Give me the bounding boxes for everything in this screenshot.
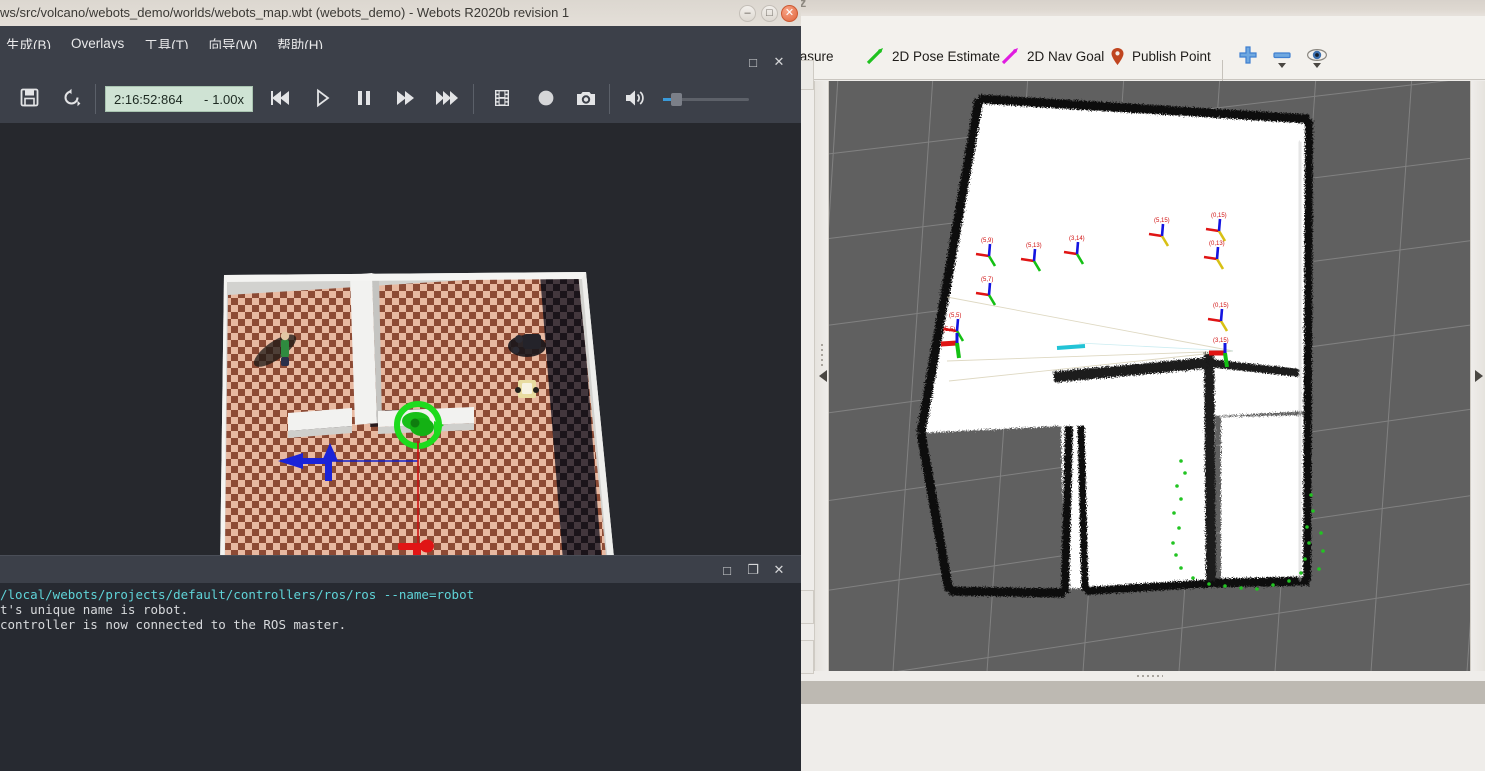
webots-window-title: ws/src/volcano/webots_demo/worlds/webots… <box>0 5 570 20</box>
collapse-left-icon[interactable] <box>819 370 827 382</box>
svg-text:(0,15): (0,15) <box>1211 213 1227 219</box>
rviz-panel-divider <box>800 681 1485 704</box>
simulation-speed-value: 1.00x <box>212 91 244 107</box>
simulation-time-value: 2:16:52:864 <box>114 91 183 107</box>
webots-titlebar[interactable]: ws/src/volcano/webots_demo/worlds/webots… <box>0 0 801 26</box>
maximize-icon: □ <box>766 7 773 19</box>
toolbar-separator <box>95 84 96 114</box>
rviz-3d-view[interactable]: (5,9) (5,7) (5,5) (5,13) (3,14) (5,15) (… <box>829 81 1470 671</box>
rviz-hidden-panel-fragment <box>801 60 814 90</box>
console-close-button[interactable]: ✕ <box>768 559 790 581</box>
viewport-close-button[interactable]: ✕ <box>768 51 790 73</box>
screenshot-button[interactable] <box>573 87 599 113</box>
viewport-restore-button[interactable]: □ <box>742 51 764 73</box>
webots-window: ws/src/volcano/webots_demo/worlds/webots… <box>0 0 801 771</box>
toolbar-separator <box>473 84 474 114</box>
rviz-tool-publish-point-label: Publish Point <box>1132 48 1211 64</box>
webots-console-titlebar: □ ❐ ✕ <box>0 555 801 583</box>
camera-icon <box>575 88 597 113</box>
console-maximize-button[interactable]: ❐ <box>742 559 764 581</box>
save-button[interactable] <box>16 87 42 113</box>
reload-icon <box>62 88 81 112</box>
rviz-right-panel-splitter[interactable] <box>1470 81 1485 671</box>
rviz-left-panel-splitter[interactable] <box>814 81 829 671</box>
webots-viewport-titlebar: □ ✕ <box>0 49 801 75</box>
chevron-down-icon[interactable] <box>1313 63 1321 68</box>
collapse-right-icon[interactable] <box>1475 370 1483 382</box>
rviz-tool-2d-pose-estimate-label: 2D Pose Estimate <box>892 48 1001 64</box>
rviz-tool-publish-point[interactable]: Publish Point <box>1104 41 1217 71</box>
movie-button[interactable] <box>489 87 515 113</box>
film-icon <box>494 88 510 113</box>
svg-text:(5,9): (5,9) <box>981 238 993 244</box>
close-icon: ✕ <box>773 54 785 69</box>
pause-icon <box>355 88 373 113</box>
rviz-tool-2d-nav-goal-label: 2D Nav Goal <box>1027 48 1105 64</box>
maximize-icon: ❐ <box>747 562 759 577</box>
simulation-time-display: 2:16:52:864 - 1.00x <box>105 86 253 112</box>
rviz-hidden-panel-fragment <box>801 590 814 624</box>
close-icon: ✕ <box>773 562 785 577</box>
plus-icon <box>1238 45 1258 68</box>
svg-text:(0,13): (0,13) <box>1209 241 1225 247</box>
green-arrow-icon <box>866 47 885 66</box>
restore-icon: □ <box>749 54 757 70</box>
svg-text:(5,5): (5,5) <box>943 327 955 333</box>
close-button[interactable]: ✕ <box>781 5 798 22</box>
magenta-arrow-icon <box>1001 47 1020 66</box>
pause-button[interactable] <box>351 87 377 113</box>
webots-scene <box>0 123 801 555</box>
chevron-down-icon[interactable] <box>1278 63 1286 68</box>
webots-console[interactable]: /local/webots/projects/default/controlle… <box>0 583 801 771</box>
console-line: t's unique name is robot. <box>0 602 189 617</box>
svg-text:(5,5): (5,5) <box>949 313 961 319</box>
fast-forward-icon <box>395 88 417 113</box>
console-line: controller is now connected to the ROS m… <box>0 617 347 632</box>
close-icon: ✕ <box>784 7 795 19</box>
run-button[interactable] <box>393 87 419 113</box>
simulation-time-separator: - <box>204 91 209 107</box>
speaker-icon <box>624 88 646 113</box>
svg-text:(3,15): (3,15) <box>1213 338 1229 344</box>
svg-text:(5,13): (5,13) <box>1026 243 1042 249</box>
rviz-hidden-panel-fragment <box>801 640 814 674</box>
rviz-add-tool-button[interactable] <box>1232 41 1264 71</box>
svg-text:(0,15): (0,15) <box>1213 303 1229 309</box>
save-icon <box>20 88 39 112</box>
rviz-tf-markers: (5,9) (5,7) (5,5) (5,13) (3,14) (5,15) (… <box>940 213 1229 368</box>
maximize-button[interactable]: □ <box>761 5 778 22</box>
rviz-bottom-splitter[interactable] <box>829 671 1470 681</box>
step-button[interactable] <box>310 87 336 113</box>
svg-text:(5,7): (5,7) <box>981 277 993 283</box>
record-button[interactable] <box>533 87 559 113</box>
rviz-tool-properties-button[interactable] <box>1300 41 1334 71</box>
svg-text:(3,14): (3,14) <box>1069 236 1085 242</box>
fast-button[interactable] <box>434 87 460 113</box>
volume-slider-handle[interactable] <box>671 93 682 106</box>
minimize-icon: – <box>744 7 751 19</box>
splitter-grip <box>821 344 823 366</box>
fast-forward-triple-icon <box>435 88 459 113</box>
reload-button[interactable] <box>58 87 84 113</box>
rviz-tool-2d-nav-goal[interactable]: 2D Nav Goal <box>995 41 1110 71</box>
restore-icon: □ <box>723 562 731 578</box>
record-circle-icon <box>536 88 556 113</box>
map-pin-icon <box>1110 47 1125 66</box>
rviz-tool-2d-pose-estimate[interactable]: 2D Pose Estimate <box>860 41 1006 71</box>
svg-text:(5,15): (5,15) <box>1154 218 1170 224</box>
minimize-button[interactable]: – <box>739 5 756 22</box>
rewind-icon <box>269 88 291 113</box>
webots-3d-viewport[interactable] <box>0 123 801 555</box>
splitter-grip <box>1136 675 1163 677</box>
toolbar-separator <box>609 84 610 114</box>
console-line: /local/webots/projects/default/controlle… <box>0 587 475 602</box>
rewind-button[interactable] <box>267 87 293 113</box>
sound-button[interactable] <box>622 87 648 113</box>
console-restore-button[interactable]: □ <box>716 559 738 581</box>
rviz-remove-tool-button[interactable] <box>1266 41 1298 71</box>
step-icon <box>313 88 333 113</box>
